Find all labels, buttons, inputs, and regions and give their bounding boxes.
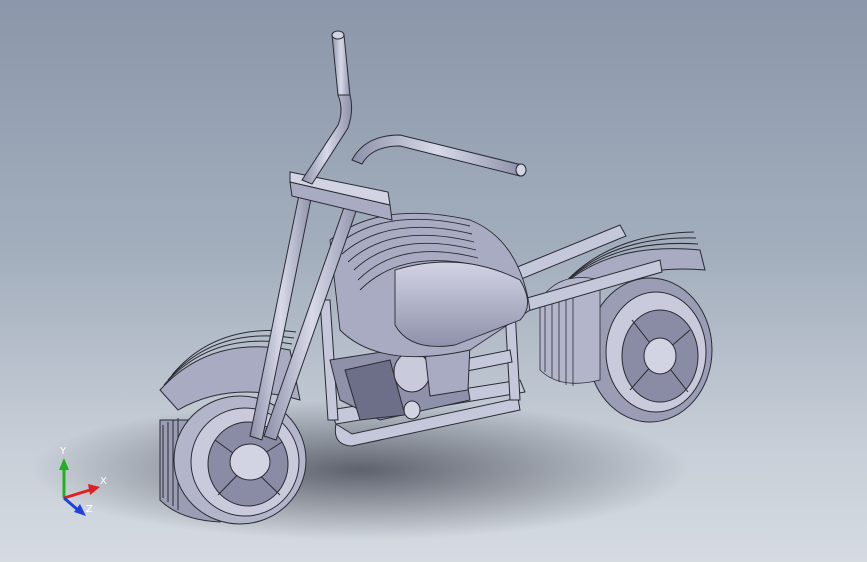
- triad-y-label: Y: [59, 446, 67, 457]
- fuel-tank[interactable]: [329, 212, 531, 358]
- triad-x-axis: [63, 488, 91, 500]
- triad-z-label: Z: [86, 504, 93, 515]
- motorcycle-model[interactable]: [0, 0, 867, 562]
- triad-z-axis: [63, 496, 79, 512]
- handlebars[interactable]: [301, 30, 527, 185]
- graphics-viewport[interactable]: Y X Z: [0, 0, 867, 562]
- view-triad[interactable]: Y X Z: [40, 440, 120, 520]
- triad-x-label: X: [100, 476, 107, 487]
- rear-wheel[interactable]: [587, 277, 713, 423]
- x-arrow-icon: [88, 484, 100, 495]
- z-arrow-icon: [74, 504, 86, 516]
- y-arrow-icon: [59, 458, 69, 470]
- front-hub[interactable]: [229, 443, 271, 481]
- ground-shadow: [30, 400, 690, 540]
- rear-hub[interactable]: [643, 337, 677, 375]
